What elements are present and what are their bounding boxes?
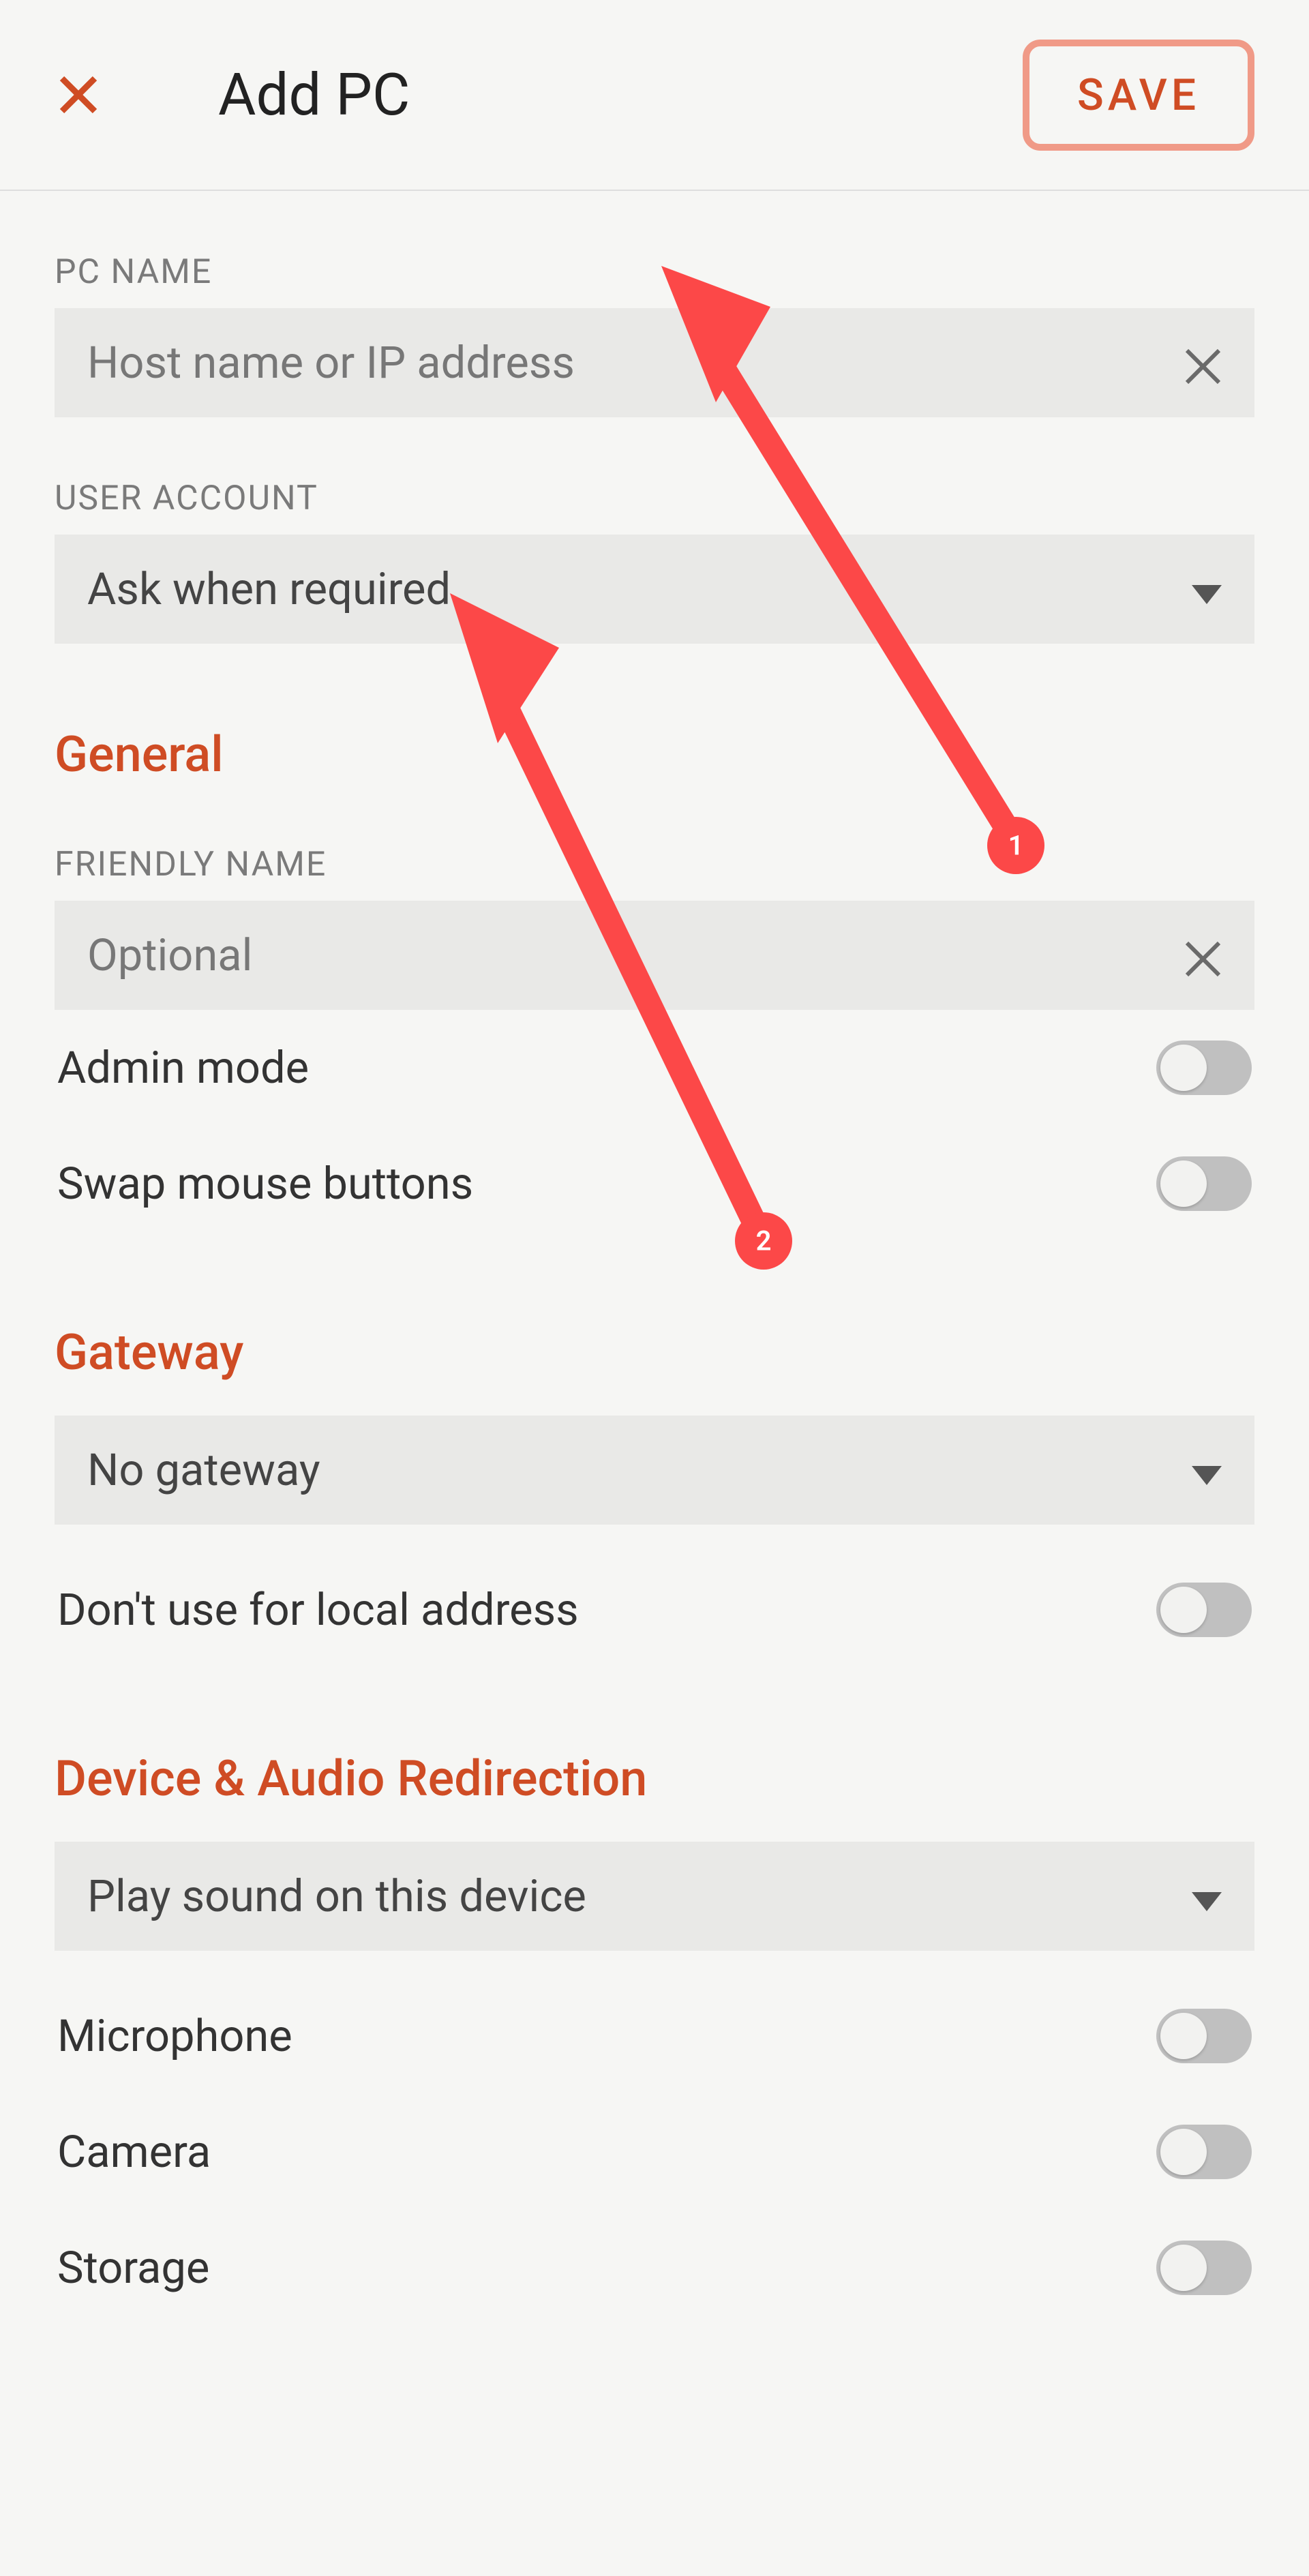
pc-name-placeholder: Host name or IP address [87,337,575,389]
dont-use-local-label: Don't use for local address [57,1584,579,1636]
chevron-down-icon [1192,1870,1222,1922]
user-account-label: USER ACCOUNT [55,479,1254,518]
storage-toggle[interactable] [1156,2241,1252,2295]
swap-mouse-toggle[interactable] [1156,1156,1252,1211]
page-title: Add PC [218,61,410,129]
admin-mode-label: Admin mode [57,1042,309,1094]
storage-row: Storage [55,2210,1254,2326]
chevron-down-icon [1192,563,1222,615]
content: PC NAME Host name or IP address USER ACC… [0,191,1309,2408]
friendly-name-input[interactable]: Optional [55,901,1254,1010]
storage-label: Storage [57,2242,209,2294]
microphone-row: Microphone [55,1978,1254,2094]
section-gateway: Gateway [55,1323,1254,1381]
pc-name-input[interactable]: Host name or IP address [55,308,1254,417]
clear-icon[interactable] [1184,344,1222,382]
dont-use-local-toggle[interactable] [1156,1583,1252,1637]
camera-toggle[interactable] [1156,2125,1252,2179]
chevron-down-icon [1192,1444,1222,1496]
gateway-select[interactable]: No gateway [55,1416,1254,1525]
save-button[interactable]: SAVE [1023,40,1254,151]
friendly-name-label: FRIENDLY NAME [55,845,1254,884]
audio-select[interactable]: Play sound on this device [55,1842,1254,1951]
header: Add PC SAVE [0,0,1309,191]
clear-icon[interactable] [1184,937,1222,974]
section-device-audio: Device & Audio Redirection [55,1750,1254,1808]
user-account-select[interactable]: Ask when required [55,535,1254,644]
swap-mouse-row: Swap mouse buttons [55,1126,1254,1242]
user-account-value: Ask when required [87,563,451,615]
camera-row: Camera [55,2094,1254,2210]
close-icon[interactable] [55,71,102,119]
dont-use-local-row: Don't use for local address [55,1552,1254,1668]
swap-mouse-label: Swap mouse buttons [57,1158,473,1210]
camera-label: Camera [57,2126,211,2178]
admin-mode-row: Admin mode [55,1010,1254,1126]
audio-value: Play sound on this device [87,1870,586,1922]
pc-name-label: PC NAME [55,252,1254,292]
admin-mode-toggle[interactable] [1156,1040,1252,1095]
section-general: General [55,725,1254,783]
microphone-label: Microphone [57,2010,292,2062]
friendly-name-placeholder: Optional [87,929,252,981]
gateway-value: No gateway [87,1444,320,1496]
microphone-toggle[interactable] [1156,2009,1252,2063]
